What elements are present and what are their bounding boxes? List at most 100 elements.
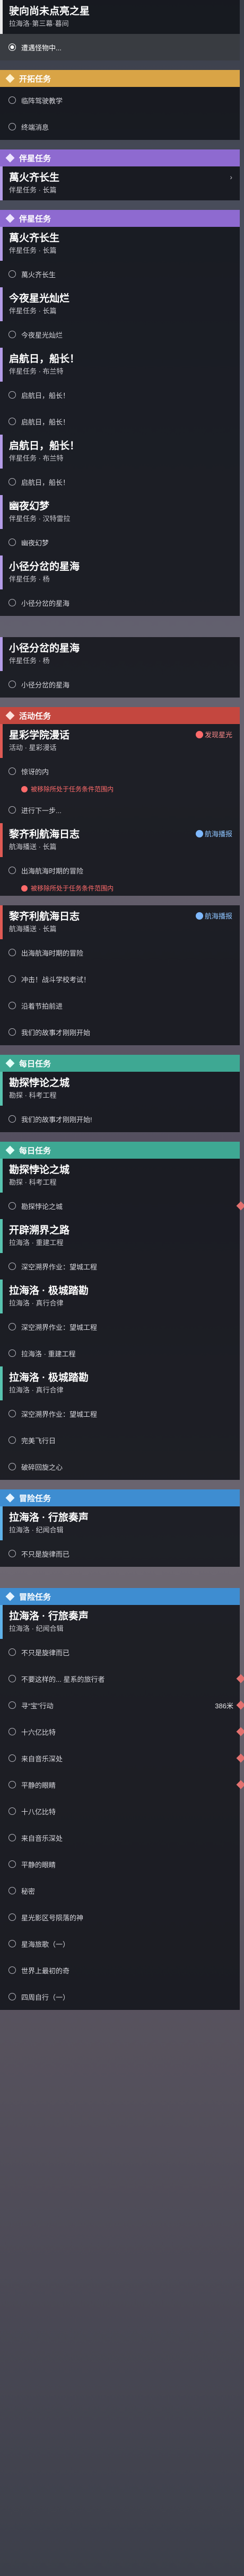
mission-step[interactable]: 冲击！战斗学校考试！ bbox=[0, 966, 240, 992]
mission-card[interactable]: 小径分岔的星海 伴星任务 · 杨 bbox=[0, 555, 240, 589]
mission-card[interactable]: 拉海洛 · 极城踏勘 拉海洛 · 真行合律 bbox=[0, 1366, 240, 1400]
mission-step[interactable]: 我们的故事才刚刚开始 bbox=[0, 1019, 240, 1045]
mission-step[interactable]: 遭遇怪物中... bbox=[0, 34, 240, 60]
mission-card[interactable]: 拉海洛 · 极城踏勘 拉海洛 · 真行合律 bbox=[0, 1280, 240, 1313]
mission-step[interactable]: 终端消息 bbox=[0, 113, 240, 140]
circle-check-icon bbox=[8, 123, 16, 130]
circle-check-icon bbox=[8, 1323, 16, 1330]
mission-title: 拉海洛 · 极城踏勘 bbox=[9, 1285, 89, 1296]
mission-step[interactable]: 来自音乐深处 bbox=[0, 1745, 244, 1771]
mission-card[interactable]: 今夜星光灿烂 伴星任务 · 长篇 bbox=[0, 287, 240, 321]
mission-subtitle: 拉海洛 · 真行合律 bbox=[9, 1299, 64, 1307]
mission-card[interactable]: 启航日，船长！ 伴星任务 · 布兰特 bbox=[0, 435, 240, 469]
mission-card[interactable]: 开辟溯界之路 拉海洛 · 重建工程 bbox=[0, 1219, 240, 1253]
mission-step[interactable]: 惊讶的内 bbox=[0, 758, 240, 784]
marker-icon bbox=[236, 1753, 244, 1763]
circle-check-icon bbox=[8, 1115, 16, 1123]
mission-step[interactable]: 来自音乐深处 bbox=[0, 1824, 240, 1851]
mission-step[interactable]: 四周自行（一） bbox=[0, 1983, 240, 2010]
circle-check-icon bbox=[8, 1834, 16, 1841]
status-badge: 航海播报 bbox=[195, 911, 232, 921]
mission-step[interactable]: 深空溯界作业：望城工程 bbox=[0, 1313, 240, 1340]
mission-subtitle: 航海播送 · 长篇 bbox=[9, 843, 57, 851]
group-header-daily-2[interactable]: 每日任务 bbox=[0, 1142, 240, 1159]
mission-step[interactable]: 进行下一步... bbox=[0, 797, 240, 823]
mission-title: 幽夜幻梦 bbox=[9, 501, 50, 512]
mission-step[interactable]: 平静的眼睛 bbox=[0, 1771, 244, 1798]
circle-check-icon bbox=[8, 478, 16, 486]
circle-check-icon bbox=[8, 96, 16, 104]
mission-card[interactable]: 黎齐利航海日志 航海播送 · 长篇 航海播报 bbox=[0, 823, 240, 857]
mission-card[interactable]: 勘探悖论之城 勘探 · 科考工程 bbox=[0, 1072, 240, 1106]
mission-card[interactable]: 幽夜幻梦 伴星任务 · 汉特雷拉 bbox=[0, 495, 240, 529]
group-header-daily[interactable]: 每日任务 bbox=[0, 1055, 240, 1072]
mission-card[interactable]: 勘探悖论之城 勘探 · 科考工程 bbox=[0, 1159, 240, 1193]
mission-card[interactable]: 小径分岔的星海 伴星任务 · 杨 bbox=[0, 637, 240, 671]
mission-step[interactable]: 完美飞行日 bbox=[0, 1427, 240, 1453]
circle-check-icon bbox=[8, 1807, 16, 1815]
mission-title: 萬火齐长生 bbox=[9, 233, 60, 244]
mission-step[interactable]: 萬火齐长生 bbox=[0, 261, 240, 287]
mission-card[interactable]: 萬火齐长生 伴星任务 · 长篇 bbox=[0, 227, 240, 261]
mission-card[interactable]: 启航日，船长！ 伴星任务 · 布兰特 bbox=[0, 348, 240, 382]
mission-step[interactable]: 平静的眼睛 bbox=[0, 1851, 240, 1877]
mission-card[interactable]: 萬火齐长生 伴星任务 · 长篇 › bbox=[0, 166, 240, 200]
mission-step[interactable]: 我们的故事才刚刚开始! bbox=[0, 1106, 240, 1132]
circle-check-icon bbox=[8, 1028, 16, 1036]
circle-check-icon bbox=[8, 867, 16, 874]
warning-text: 被移除所处于任务条件范围内 bbox=[0, 784, 240, 797]
mission-step[interactable]: 不只是旋律而已 bbox=[0, 1540, 240, 1567]
group-header-adventure[interactable]: 冒险任务 bbox=[0, 1489, 240, 1506]
mission-step[interactable]: 不要这样的... 星系的旅行者 bbox=[0, 1665, 244, 1692]
mission-step[interactable]: 勘探悖论之城 bbox=[0, 1193, 244, 1219]
mission-step[interactable]: 拉海洛 · 重建工程 bbox=[0, 1340, 240, 1366]
mission-step[interactable]: 秘密 bbox=[0, 1877, 240, 1904]
mission-step[interactable]: 破碎回旋之心 bbox=[0, 1453, 240, 1480]
mission-subtitle: 伴星任务 · 杨 bbox=[9, 575, 50, 583]
mission-step[interactable]: 启航日，船长！ bbox=[0, 469, 240, 495]
mission-title: 驶向尚未点亮之星 bbox=[9, 6, 90, 17]
group-header-trailblaze[interactable]: 开拓任务 bbox=[0, 70, 240, 87]
group-header-companion-2[interactable]: 伴星任务 bbox=[0, 210, 240, 227]
group-header-event[interactable]: 活动任务 bbox=[0, 707, 240, 724]
mission-subtitle: 活动 · 星彩漫话 bbox=[9, 744, 57, 752]
alert-icon bbox=[195, 731, 203, 738]
mission-step[interactable]: 启航日，船长！ bbox=[0, 408, 240, 435]
circle-check-icon bbox=[8, 1754, 16, 1762]
mission-step[interactable]: 十八亿比特 bbox=[0, 1798, 240, 1824]
circle-check-icon bbox=[8, 43, 16, 51]
mission-step[interactable]: 小径分岔的星海 bbox=[0, 589, 240, 616]
circle-check-icon bbox=[8, 1410, 16, 1417]
mission-card-active[interactable]: 驶向尚未点亮之星 拉海洛·第三幕·暮间 遭遇怪物中... bbox=[0, 0, 240, 60]
mission-step[interactable]: 深空溯界作业：望城工程 bbox=[0, 1400, 240, 1427]
mission-title: 今夜星光灿烂 bbox=[9, 293, 70, 304]
group-header-companion[interactable]: 伴星任务 bbox=[0, 149, 240, 166]
mission-step[interactable]: 幽夜幻梦 bbox=[0, 529, 240, 555]
mission-card[interactable]: 拉海洛 · 行旅奏声 拉海洛 · 纪闻合辑 bbox=[0, 1506, 240, 1540]
mission-step[interactable]: 不只是旋律而已 bbox=[0, 1639, 240, 1665]
mission-step[interactable]: 沿着节拍前进 bbox=[0, 992, 240, 1019]
mission-step[interactable]: 临阵驾驶教学 bbox=[0, 87, 240, 113]
mission-step[interactable]: 启航日，船长！ bbox=[0, 382, 240, 408]
circle-check-icon bbox=[8, 1202, 16, 1210]
mission-subtitle: 伴星任务 · 长篇 bbox=[9, 307, 57, 315]
mission-step[interactable]: 出海航海时期的冒险 bbox=[0, 939, 240, 966]
mission-card[interactable]: 星彩学院漫话 活动 · 星彩漫话 发现星光 bbox=[0, 724, 240, 758]
diamond-icon bbox=[5, 1592, 15, 1601]
mission-step[interactable]: 十六亿比特 bbox=[0, 1718, 244, 1745]
mission-step[interactable]: 今夜星光灿烂 bbox=[0, 321, 240, 348]
mission-step[interactable]: 星海旅歌（一） bbox=[0, 1930, 240, 1957]
group-header-adventure-2[interactable]: 冒险任务 bbox=[0, 1588, 240, 1605]
mission-subtitle: 勘探 · 科考工程 bbox=[9, 1178, 57, 1186]
mission-step[interactable]: 深空溯界作业：望城工程 bbox=[0, 1253, 240, 1280]
mission-step[interactable]: 出海航海时期的冒险 bbox=[0, 857, 240, 884]
mission-card[interactable]: 拉海洛 · 行旅奏声 拉海洛 · 纪闻合辑 bbox=[0, 1605, 240, 1639]
mission-step[interactable]: 星光影区号陨落的神 bbox=[0, 1904, 240, 1930]
mission-list: 驶向尚未点亮之星 拉海洛·第三幕·暮间 遭遇怪物中... 开拓任务 临阵驾驶教学… bbox=[0, 0, 244, 2010]
mission-step[interactable]: 寻“宝”行动 386米 bbox=[0, 1692, 244, 1718]
mission-card[interactable]: 黎齐利航海日志 航海播送 · 长篇 航海播报 bbox=[0, 905, 240, 939]
mission-step[interactable]: 小径分岔的星海 bbox=[0, 671, 240, 698]
circle-check-icon bbox=[8, 1728, 16, 1735]
mission-step[interactable]: 世界上最初的奇 bbox=[0, 1957, 240, 1983]
mission-subtitle: 航海播送 · 长篇 bbox=[9, 925, 57, 933]
